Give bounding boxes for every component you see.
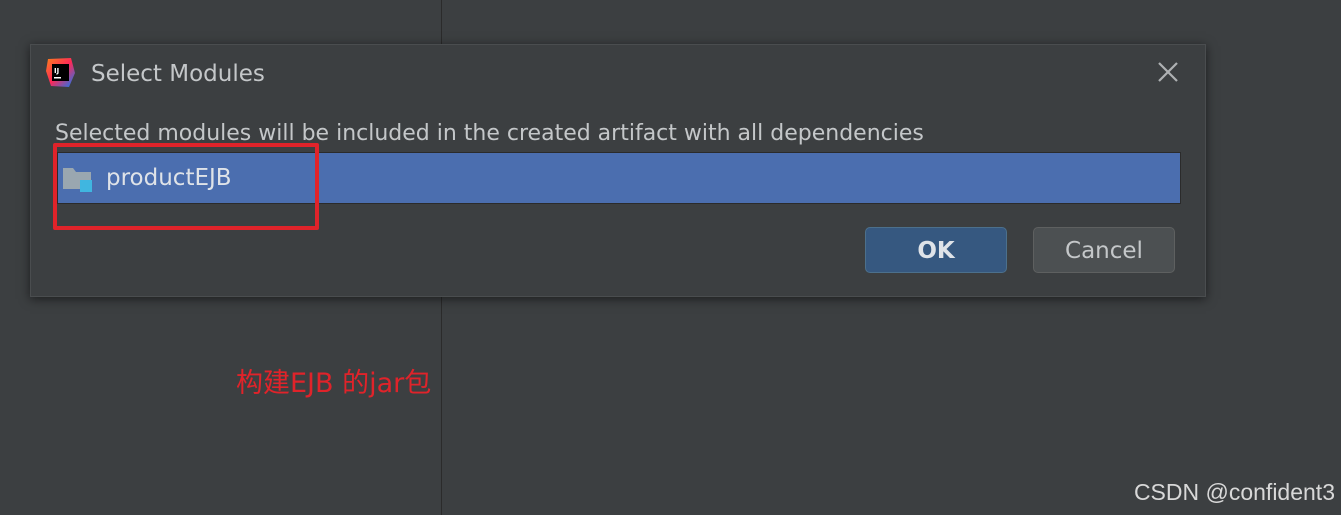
svg-text:IJ: IJ bbox=[54, 67, 59, 75]
dialog-title: Select Modules bbox=[91, 61, 265, 87]
ok-button[interactable]: OK bbox=[865, 227, 1007, 273]
intellij-idea-icon: IJ bbox=[46, 58, 75, 87]
cancel-button[interactable]: Cancel bbox=[1033, 227, 1175, 273]
annotation-text: 构建EJB 的jar包 bbox=[236, 368, 432, 399]
close-icon[interactable] bbox=[1155, 59, 1181, 85]
annotation-highlight-box bbox=[53, 143, 319, 230]
watermark: CSDN @confident3 bbox=[1133, 479, 1335, 505]
dialog-titlebar: IJ Select Modules bbox=[31, 45, 1205, 101]
